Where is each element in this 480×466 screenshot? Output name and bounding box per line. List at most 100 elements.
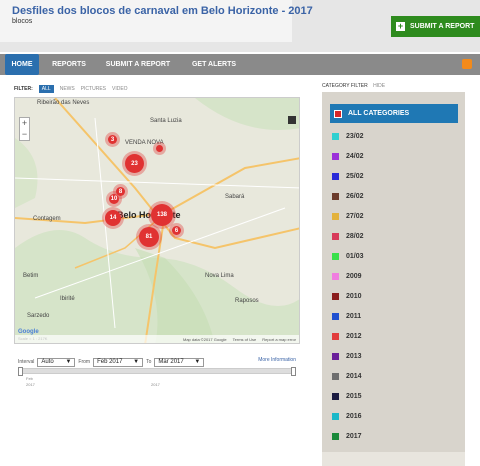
place-label: Betim bbox=[23, 273, 39, 279]
category-label: 2013 bbox=[346, 352, 362, 360]
category-filter-heading: CATEGORY FILTER HIDE bbox=[322, 83, 385, 89]
category-swatch bbox=[334, 109, 342, 118]
category-swatch bbox=[332, 312, 339, 320]
category-filter-title: CATEGORY FILTER bbox=[322, 83, 368, 89]
to-select[interactable]: Mar 2017 ▼ bbox=[154, 357, 205, 367]
category-swatch bbox=[332, 412, 339, 420]
category-item[interactable]: 25/02 bbox=[332, 170, 364, 182]
filter-label: FILTER: bbox=[14, 86, 33, 92]
filter-pictures[interactable]: PICTURES bbox=[81, 86, 106, 92]
map-cluster[interactable]: 3 bbox=[108, 135, 117, 144]
zoom-control: + − bbox=[19, 117, 30, 141]
category-swatch bbox=[332, 392, 339, 400]
category-item[interactable]: 26/02 bbox=[332, 190, 364, 202]
category-swatch bbox=[332, 152, 339, 160]
filter-video[interactable]: VIDEO bbox=[112, 86, 128, 92]
chevron-down-icon: ▼ bbox=[194, 359, 201, 365]
nav-home[interactable]: HOME bbox=[5, 54, 39, 75]
category-item[interactable]: 2015 bbox=[332, 390, 362, 402]
chevron-down-icon: ▼ bbox=[65, 359, 72, 365]
title-box: Desfiles dos blocos de carnaval em Belo … bbox=[0, 0, 313, 42]
site-title[interactable]: Desfiles dos blocos de carnaval em Belo … bbox=[12, 5, 313, 17]
slider-end-handle[interactable] bbox=[291, 367, 296, 376]
category-item[interactable]: 2017 bbox=[332, 430, 362, 442]
zoom-out-button[interactable]: − bbox=[20, 129, 29, 140]
nav-reports[interactable]: REPORTS bbox=[46, 54, 92, 75]
filter-all[interactable]: ALL bbox=[38, 85, 54, 93]
category-all-label: ALL CATEGORIES bbox=[348, 110, 410, 117]
category-swatch bbox=[332, 272, 339, 280]
category-item[interactable]: 01/03 bbox=[332, 250, 364, 262]
slider-start-handle[interactable] bbox=[18, 367, 23, 376]
category-item[interactable]: 2009 bbox=[332, 270, 362, 282]
category-label: 24/02 bbox=[346, 152, 364, 160]
map[interactable]: + − Ribeirão das Neves Santa Luzia VENDA… bbox=[14, 97, 300, 344]
category-item[interactable]: 2012 bbox=[332, 330, 362, 342]
category-label: 28/02 bbox=[346, 232, 364, 240]
slider-start-label: Feb bbox=[26, 376, 33, 381]
map-cluster[interactable]: 81 bbox=[139, 227, 159, 247]
category-label: 2017 bbox=[346, 432, 362, 440]
category-all[interactable]: ALL CATEGORIES bbox=[330, 104, 458, 123]
category-label: 2010 bbox=[346, 292, 362, 300]
category-swatch bbox=[332, 372, 339, 380]
submit-report-label: SUBMIT A REPORT bbox=[410, 23, 475, 30]
sidebar-footer bbox=[322, 452, 465, 466]
category-label: 26/02 bbox=[346, 192, 364, 200]
slider-mid-label: 2017 bbox=[151, 382, 160, 387]
map-cluster[interactable]: 6 bbox=[172, 226, 181, 235]
category-swatch bbox=[332, 432, 339, 440]
category-swatch bbox=[332, 332, 339, 340]
interval-select[interactable]: Auto ▼ bbox=[37, 357, 76, 367]
nav-get-alerts[interactable]: GET ALERTS bbox=[184, 54, 244, 75]
category-item[interactable]: 2014 bbox=[332, 370, 362, 382]
category-swatch bbox=[332, 172, 339, 180]
map-cluster[interactable]: 14 bbox=[105, 210, 121, 226]
category-label: 2016 bbox=[346, 412, 362, 420]
category-label: 27/02 bbox=[346, 212, 364, 220]
place-label: Ibirité bbox=[60, 296, 75, 302]
category-swatch bbox=[332, 292, 339, 300]
timeline-slider[interactable] bbox=[18, 367, 296, 376]
category-item[interactable]: 2010 bbox=[332, 290, 362, 302]
map-cluster[interactable] bbox=[156, 145, 163, 152]
map-cluster[interactable]: 23 bbox=[125, 154, 144, 173]
category-item[interactable]: 24/02 bbox=[332, 150, 364, 162]
map-cluster[interactable]: 10 bbox=[109, 194, 119, 204]
category-label: 2009 bbox=[346, 272, 362, 280]
place-label: Nova Lima bbox=[205, 273, 234, 279]
place-label: Ribeirão das Neves bbox=[37, 100, 90, 106]
category-item[interactable]: 23/02 bbox=[332, 130, 364, 142]
plus-icon: + bbox=[396, 21, 405, 31]
category-item[interactable]: 2011 bbox=[332, 310, 361, 322]
map-cluster[interactable]: 138 bbox=[151, 204, 173, 226]
map-terms-link[interactable]: Terms of Use bbox=[233, 337, 257, 342]
interval-label: Interval bbox=[18, 359, 35, 365]
slider-labels: Feb 2017 2017 bbox=[18, 376, 296, 390]
place-label: Raposos bbox=[235, 298, 259, 304]
category-label: 2012 bbox=[346, 332, 362, 340]
submit-report-button[interactable]: + SUBMIT A REPORT bbox=[391, 16, 480, 37]
nav-submit-report[interactable]: SUBMIT A REPORT bbox=[100, 54, 176, 75]
category-label: 2011 bbox=[346, 312, 362, 320]
category-item[interactable]: 2013 bbox=[332, 350, 362, 362]
category-label: 2014 bbox=[346, 372, 362, 380]
rss-icon[interactable] bbox=[462, 59, 472, 69]
layer-switcher-icon[interactable] bbox=[288, 116, 296, 124]
map-footer: Map data ©2017 Google Terms of Use Repor… bbox=[15, 335, 299, 343]
map-attribution: Map data ©2017 Google bbox=[182, 336, 227, 342]
category-swatch bbox=[332, 192, 339, 200]
category-swatch bbox=[332, 252, 339, 260]
more-information-link[interactable]: More Information bbox=[258, 357, 296, 363]
place-label: Sarzedo bbox=[27, 313, 50, 319]
category-item[interactable]: 2016 bbox=[332, 410, 362, 422]
category-filter-hide[interactable]: HIDE bbox=[373, 83, 385, 89]
map-report-error-link[interactable]: Report a map error bbox=[262, 337, 296, 342]
category-swatch bbox=[332, 132, 339, 140]
filter-news[interactable]: NEWS bbox=[60, 86, 75, 92]
zoom-in-button[interactable]: + bbox=[20, 118, 29, 129]
chevron-down-icon: ▼ bbox=[133, 359, 140, 365]
category-item[interactable]: 28/02 bbox=[332, 230, 364, 242]
category-item[interactable]: 27/02 bbox=[332, 210, 364, 222]
from-select[interactable]: Feb 2017 ▼ bbox=[93, 357, 144, 367]
